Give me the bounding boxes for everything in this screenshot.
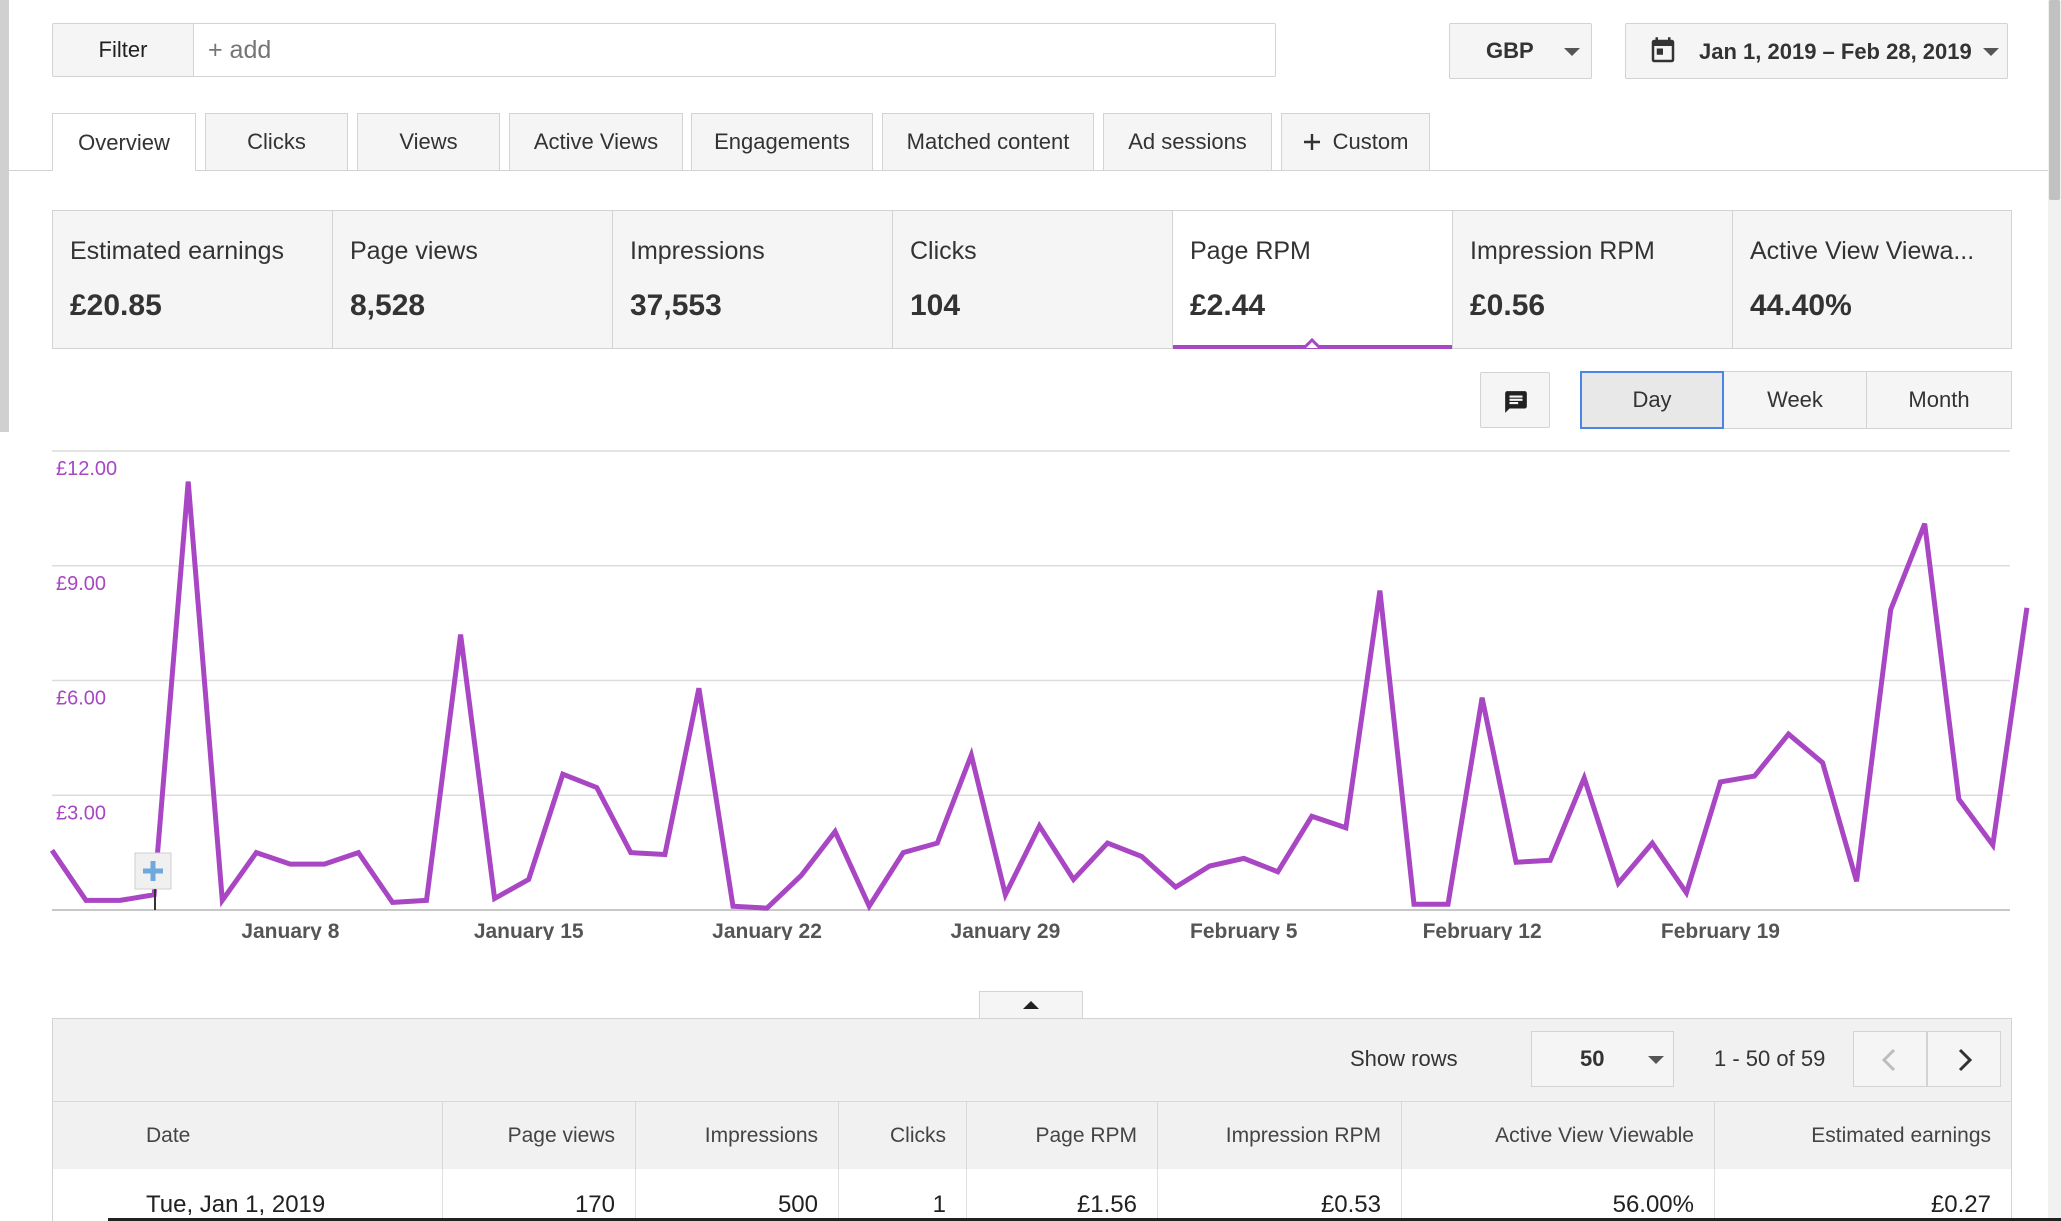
tab-active-views[interactable]: Active Views [509,113,683,170]
left-edge [0,0,9,432]
metric-card-active-view-viewable[interactable]: Active View Viewa... 44.40% [1733,211,2011,348]
metric-value: £20.85 [70,289,162,322]
metric-value: 8,528 [350,289,426,322]
metric-card-impressions[interactable]: Impressions 37,553 [613,211,893,348]
date-range-picker[interactable]: Jan 1, 2019 – Feb 28, 2019 [1625,23,2008,79]
column-header-impressions[interactable]: Impressions [636,1102,839,1170]
date-range-value: Jan 1, 2019 – Feb 28, 2019 [1699,39,1972,64]
granularity-week-button[interactable]: Week [1723,371,1867,429]
rows-per-page-select[interactable]: 50 [1531,1031,1674,1087]
cell-impression-rpm: £0.53 [1158,1169,1402,1221]
y-tick-label: £9.00 [56,573,106,595]
metric-label: Impressions [630,237,765,265]
series-line-page-rpm [49,481,2030,912]
x-tick-label: January 15 [474,920,584,940]
column-header-page-views[interactable]: Page views [443,1102,636,1170]
x-tick-label: January 29 [951,920,1061,940]
caret-up-icon [1023,1001,1039,1009]
annotation-button[interactable] [1480,372,1550,428]
show-rows-label: Show rows [1350,1046,1458,1071]
tab-matched-content[interactable]: Matched content [882,113,1094,170]
column-header-date[interactable]: Date [53,1102,443,1170]
tab-custom[interactable]: Custom [1281,113,1430,170]
pagination-range: 1 - 50 of 59 [1714,1046,1826,1071]
y-tick-label: £3.00 [56,802,106,824]
x-tick-label: February 5 [1190,920,1298,940]
chevron-down-icon [1564,48,1580,56]
metric-label: Page views [350,237,478,265]
granularity-day-button[interactable]: Day [1580,371,1724,429]
metric-value: £2.44 [1190,289,1266,322]
metric-card-page-rpm[interactable]: Page RPM £2.44 [1173,211,1453,348]
metric-card-page-views[interactable]: Page views 8,528 [333,211,613,348]
metric-label: Estimated earnings [70,237,285,265]
table-row: Tue, Jan 1, 2019 170 500 1 £1.56 £0.53 5… [53,1169,2011,1221]
collapse-chart-toggle[interactable] [979,991,1083,1019]
filter-button[interactable]: Filter [52,23,194,77]
column-header-clicks[interactable]: Clicks [839,1102,967,1170]
chevron-down-icon [1983,48,1999,56]
metric-card-clicks[interactable]: Clicks 104 [893,211,1173,348]
tab-custom-label: Custom [1332,129,1409,154]
tabs-divider [9,170,2048,171]
tab-overview[interactable]: Overview [52,113,196,171]
chevron-right-icon [1958,1048,1973,1072]
selected-metric-notch [1304,337,1320,350]
tab-engagements[interactable]: Engagements [691,113,873,170]
column-header-page-rpm[interactable]: Page RPM [967,1102,1158,1170]
tab-ad-sessions[interactable]: Ad sessions [1103,113,1272,170]
cell-date: Tue, Jan 1, 2019 [53,1169,443,1221]
chevron-left-icon [1881,1048,1896,1072]
metric-value: £0.56 [1470,289,1546,322]
scrollbar-thumb[interactable] [2049,0,2060,200]
previous-page-button[interactable] [1853,1031,1927,1087]
x-tick-label: January 8 [241,920,339,940]
chevron-down-icon [1648,1056,1664,1064]
next-page-button[interactable] [1927,1031,2001,1087]
currency-value: GBP [1486,38,1534,63]
column-header-impression-rpm[interactable]: Impression RPM [1158,1102,1402,1170]
filter-input[interactable] [193,23,1276,77]
cell-impressions: 500 [636,1169,839,1221]
metric-value: 37,553 [630,289,722,322]
currency-select[interactable]: GBP [1449,23,1592,79]
metric-label: Page RPM [1190,237,1311,265]
plus-icon [1303,134,1320,150]
cell-page-rpm: £1.56 [967,1169,1158,1221]
page-rpm-line-chart: £12.00 £9.00 £6.00 £3.00 January 8 January 15… [49,450,2030,940]
comment-icon [1505,391,1527,413]
metric-card-estimated-earnings[interactable]: Estimated earnings £20.85 [53,211,333,348]
tab-views[interactable]: Views [357,113,500,170]
granularity-month-button[interactable]: Month [1866,371,2012,429]
x-tick-label: January 22 [712,920,822,940]
page-scrollbar[interactable] [2048,0,2061,1221]
y-tick-label: £6.00 [56,688,106,710]
metric-label: Active View Viewa... [1750,237,1975,265]
add-annotation-marker-icon[interactable] [134,852,172,890]
cell-active-view-viewable: 56.00% [1402,1169,1715,1221]
metric-label: Impression RPM [1470,237,1655,265]
metric-label: Clicks [910,237,977,265]
column-header-estimated-earnings[interactable]: Estimated earnings [1715,1102,2011,1170]
cell-page-views: 170 [443,1169,636,1221]
metric-card-impression-rpm[interactable]: Impression RPM £0.56 [1453,211,1733,348]
x-tick-label: February 19 [1661,920,1780,940]
y-tick-label: £12.00 [56,458,117,480]
cell-clicks: 1 [839,1169,967,1221]
column-header-active-view-viewable[interactable]: Active View Viewable [1402,1102,1715,1170]
table-header: Date Page views Impressions Clicks Page … [53,1101,2011,1170]
metric-value: 44.40% [1750,289,1852,322]
x-tick-label: February 12 [1423,920,1542,940]
tab-clicks[interactable]: Clicks [205,113,348,170]
calendar-icon [1651,37,1675,63]
metric-value: 104 [910,289,961,322]
cell-estimated-earnings: £0.27 [1930,1191,1991,1218]
metric-cards: Estimated earnings £20.85 Page views 8,5… [52,210,2012,349]
rows-per-page-value: 50 [1580,1046,1605,1071]
